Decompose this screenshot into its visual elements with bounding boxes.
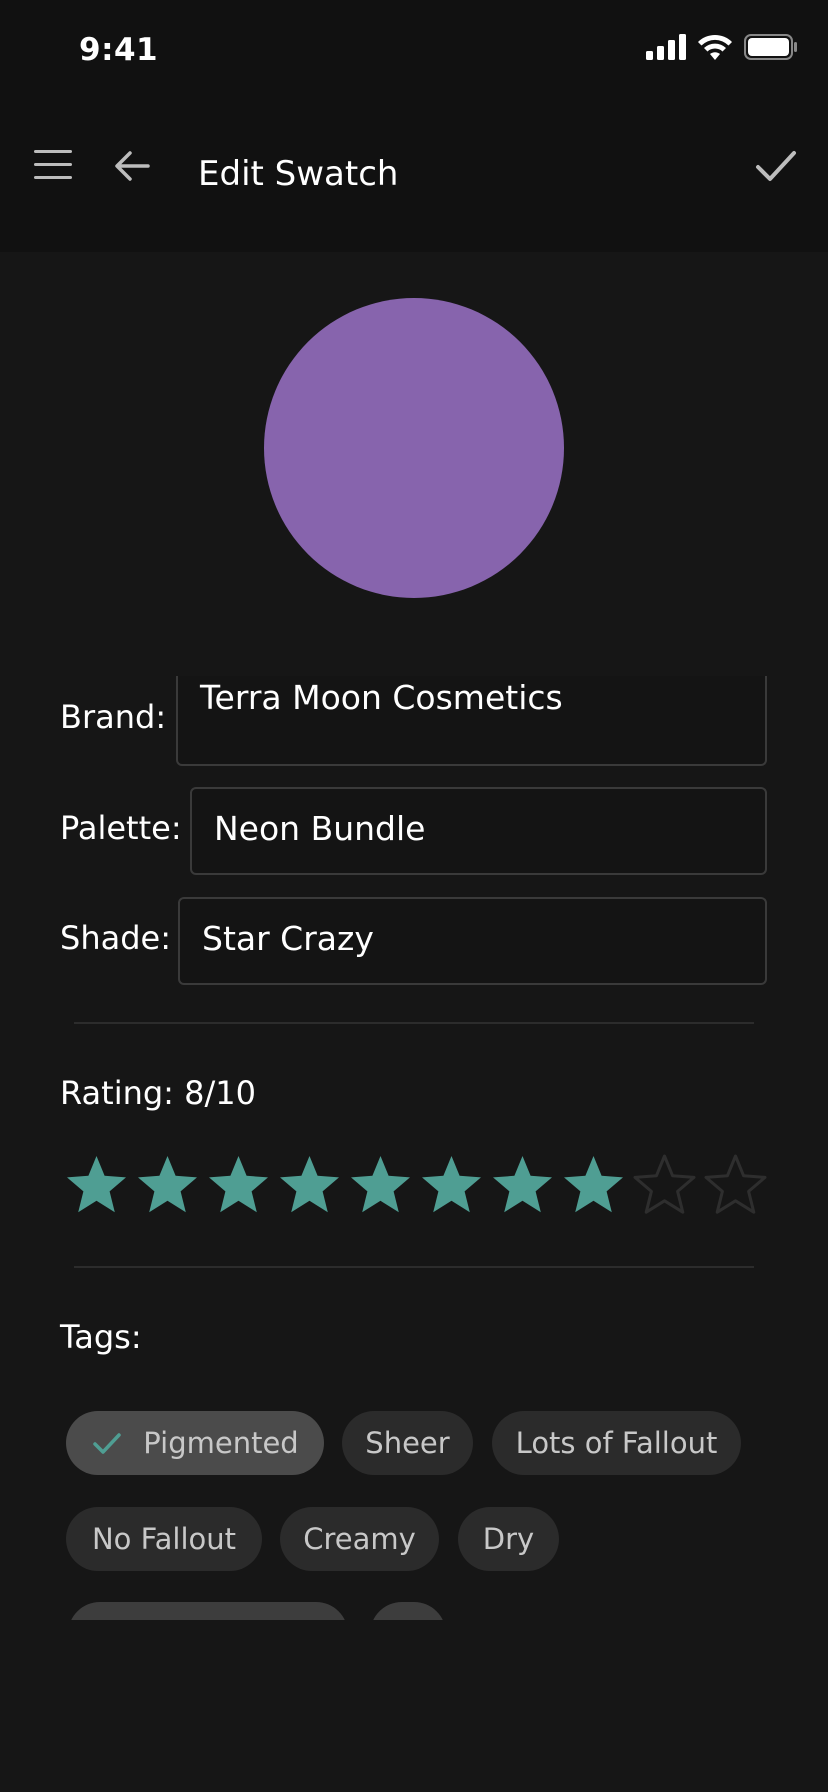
palette-label: Palette: [60, 809, 182, 847]
app-bar: Edit Swatch [0, 96, 828, 252]
star-filled-icon[interactable] [64, 1152, 129, 1217]
status-bar: 9:41 [0, 0, 828, 96]
battery-icon [744, 34, 797, 60]
tag-chip-label: Dry [482, 1522, 535, 1556]
brand-label: Brand: [60, 698, 167, 736]
divider [74, 1022, 754, 1024]
star-empty-icon[interactable] [632, 1152, 697, 1217]
brand-value: Terra Moon Cosmetics [200, 678, 563, 717]
star-empty-icon[interactable] [703, 1152, 768, 1217]
shade-value: Star Crazy [202, 919, 374, 958]
brand-field[interactable]: Terra Moon Cosmetics [176, 676, 767, 766]
tag-chip-sheer[interactable]: Sheer [342, 1411, 473, 1475]
tag-chip-lots-of-fallout[interactable]: Lots of Fallout [492, 1411, 741, 1475]
star-filled-icon[interactable] [277, 1152, 342, 1217]
tag-chip-creamy[interactable]: Creamy [280, 1507, 439, 1571]
tag-chip-pigmented[interactable]: Pigmented [66, 1411, 324, 1475]
divider [74, 1266, 754, 1268]
tag-chip-label: Lots of Fallout [515, 1426, 718, 1460]
shade-field[interactable]: Star Crazy [178, 897, 767, 985]
palette-field[interactable]: Neon Bundle [190, 787, 767, 875]
swatch-color-preview[interactable] [264, 298, 564, 598]
star-rating[interactable] [64, 1152, 768, 1217]
tag-chip-dry[interactable]: Dry [458, 1507, 559, 1571]
tags-label: Tags: [60, 1318, 142, 1356]
menu-icon[interactable] [34, 150, 72, 180]
edit-swatch-screen: 9:41 Edit Swatch Brand: Terra Moon Cosme… [0, 0, 828, 1792]
tag-chip-label: No Fallout [91, 1522, 237, 1556]
tag-chip-label: Sheer [365, 1426, 450, 1460]
tag-chip-no-fallout[interactable]: No Fallout [66, 1507, 262, 1571]
star-filled-icon[interactable] [490, 1152, 555, 1217]
star-filled-icon[interactable] [561, 1152, 626, 1217]
status-icons [646, 34, 798, 60]
cellular-signal-icon [646, 34, 686, 60]
star-filled-icon[interactable] [135, 1152, 200, 1217]
shade-label: Shade: [60, 919, 171, 957]
status-time: 9:41 [79, 32, 159, 68]
star-filled-icon[interactable] [348, 1152, 413, 1217]
star-filled-icon[interactable] [206, 1152, 271, 1217]
tag-chip-label: Creamy [303, 1522, 416, 1556]
tag-chip-label: Pigmented [143, 1426, 299, 1460]
star-filled-icon[interactable] [419, 1152, 484, 1217]
tag-chip-partial[interactable] [68, 1602, 348, 1620]
checkmark-icon[interactable] [754, 146, 798, 186]
palette-value: Neon Bundle [214, 809, 426, 848]
tag-chip-partial[interactable] [370, 1602, 446, 1620]
wifi-icon [698, 34, 732, 60]
tag-chips-overflow [0, 1600, 828, 1620]
back-arrow-icon[interactable] [112, 146, 152, 186]
page-title: Edit Swatch [198, 154, 399, 194]
check-icon [93, 1433, 122, 1454]
rating-label: Rating: 8/10 [60, 1074, 256, 1112]
